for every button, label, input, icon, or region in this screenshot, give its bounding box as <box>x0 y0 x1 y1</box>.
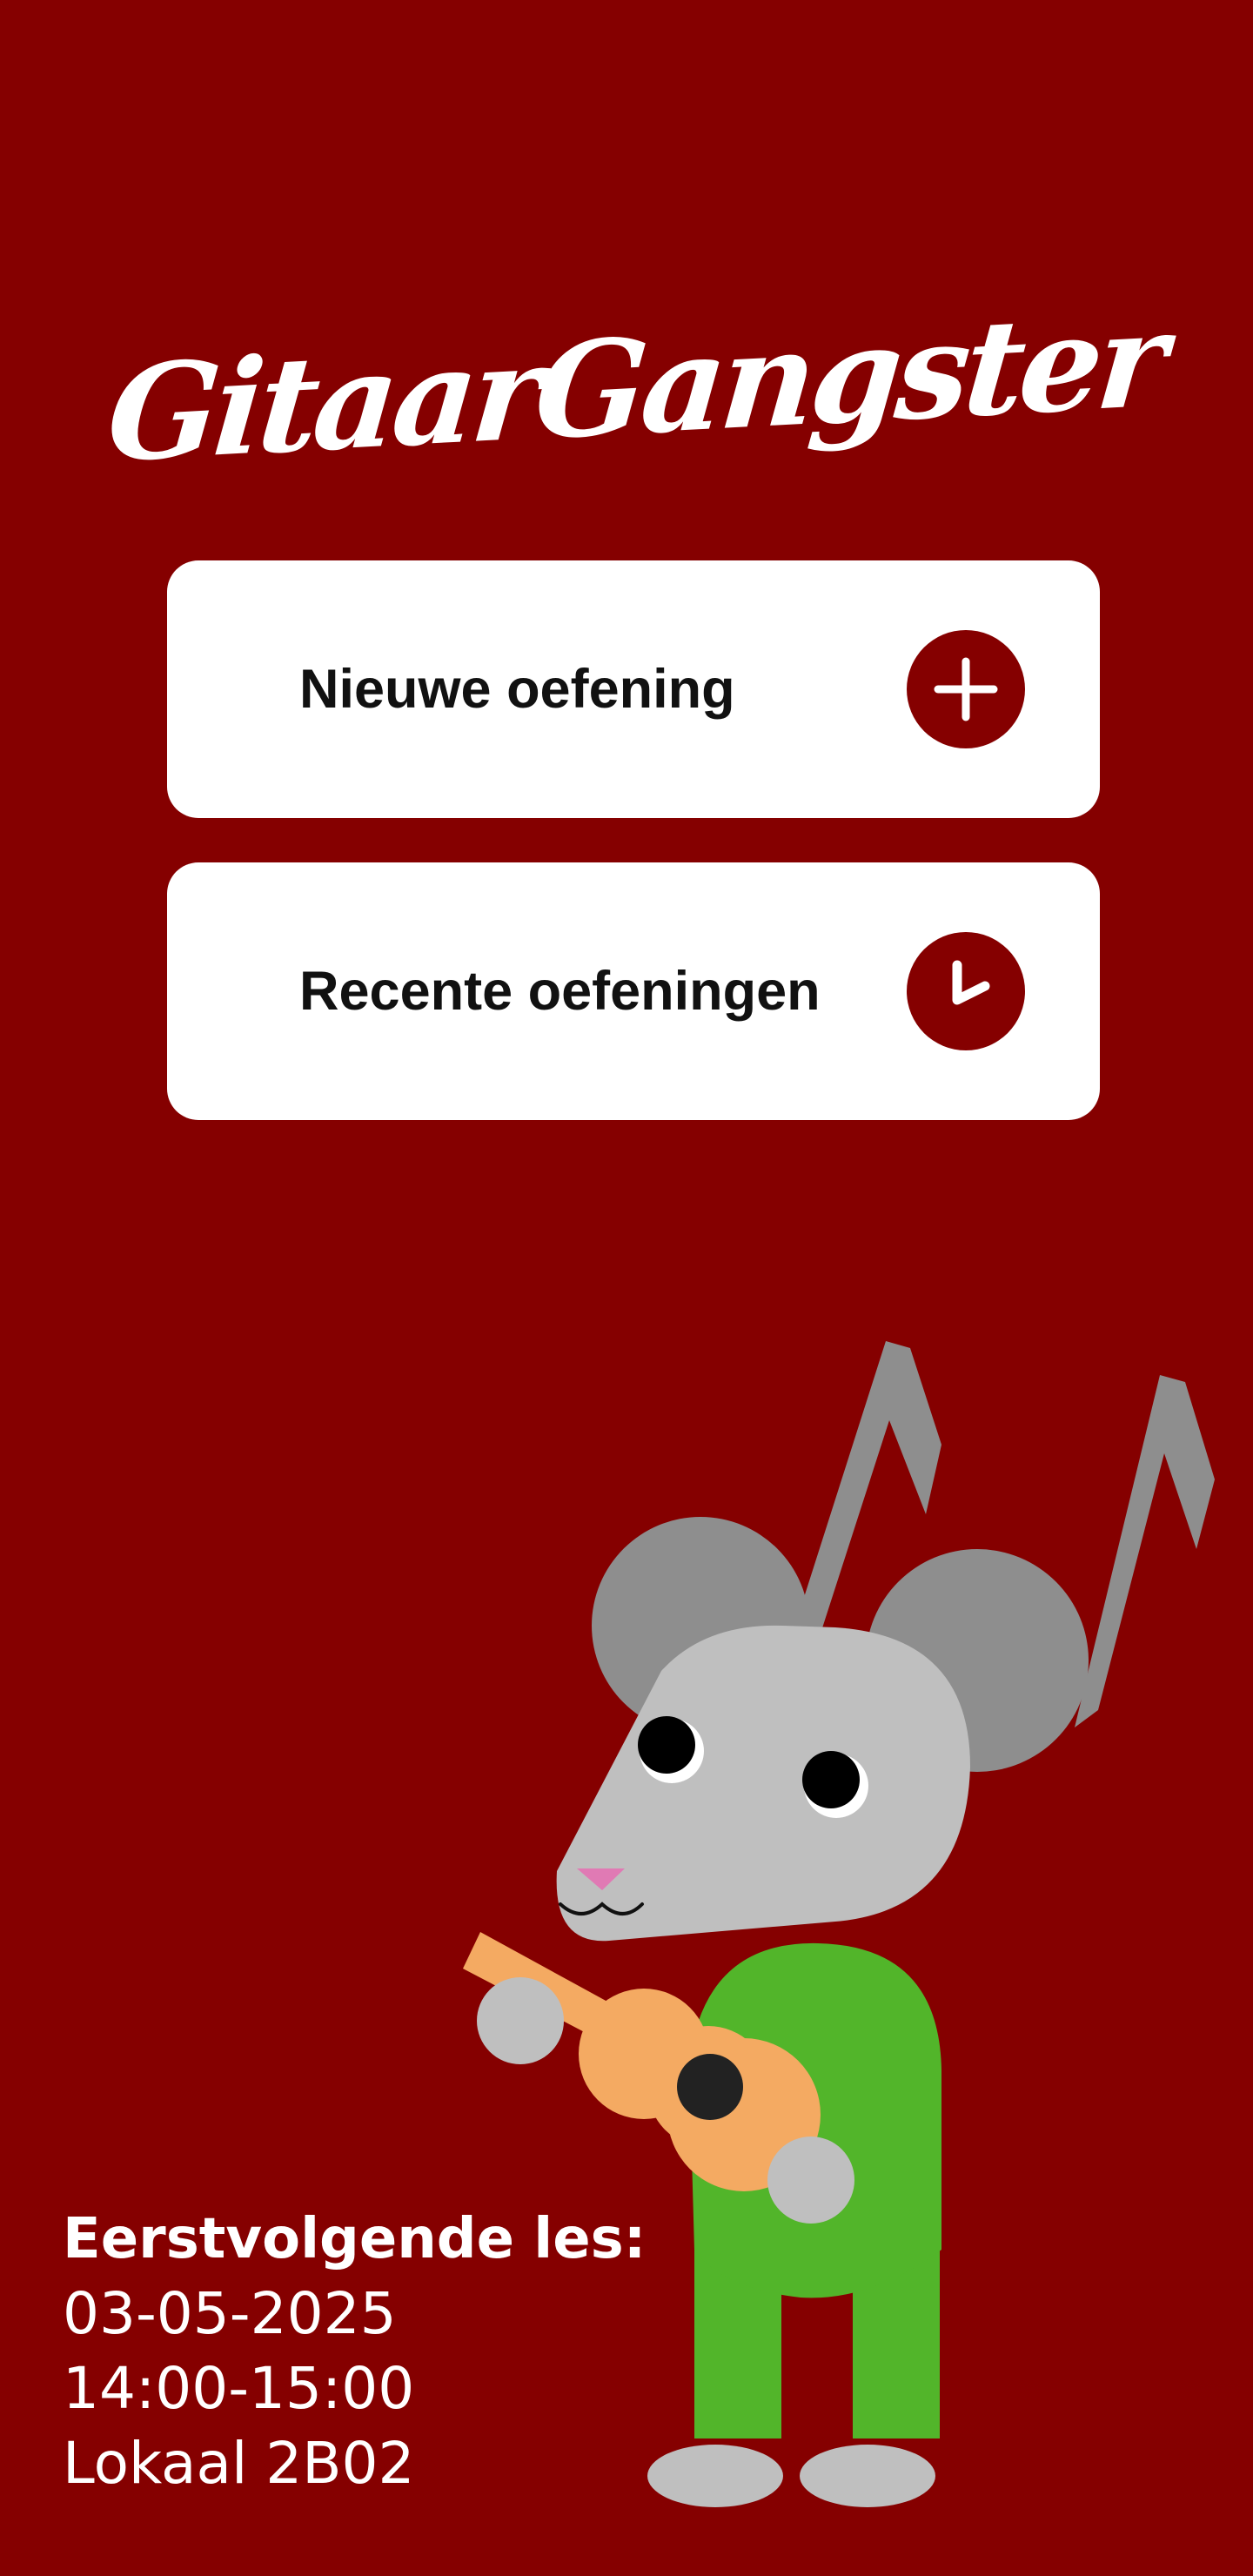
app-logo: GitaarGangster <box>102 261 1168 513</box>
next-lesson-time: 14:00-15:00 <box>63 2355 415 2422</box>
app-title: GitaarGangster <box>102 282 1169 493</box>
plus-icon <box>907 630 1025 748</box>
recent-exercises-button[interactable]: Recente oefeningen <box>167 862 1100 1120</box>
music-note-icon <box>787 1341 1215 1727</box>
new-exercise-label: Nieuwe oefening <box>299 659 735 720</box>
next-lesson-date: 03-05-2025 <box>63 2280 397 2347</box>
new-exercise-button[interactable]: Nieuwe oefening <box>167 560 1100 818</box>
next-lesson-heading: Eerstvolgende les: <box>63 2207 647 2271</box>
recent-exercises-label: Recente oefeningen <box>299 961 821 1022</box>
next-lesson-room: Lokaal 2B02 <box>63 2430 415 2497</box>
clock-icon <box>907 932 1025 1050</box>
next-lesson-info: Eerstvolgende les: 03-05-2025 14:00-15:0… <box>63 2202 689 2501</box>
